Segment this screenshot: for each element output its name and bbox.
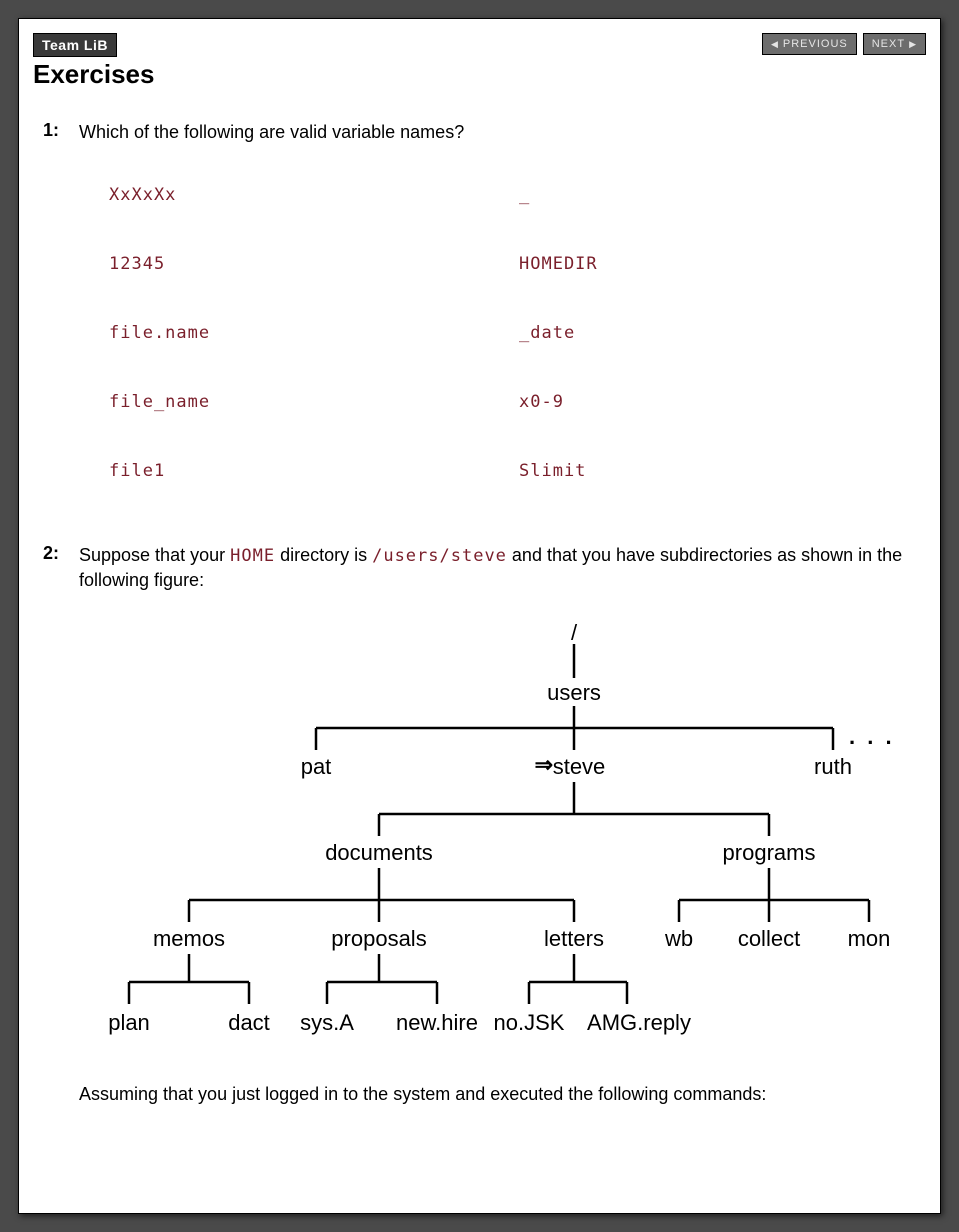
tree-memos: memos [153, 924, 225, 954]
exercise-2-text-a: Suppose that your [79, 545, 230, 565]
tree-users: users [547, 678, 601, 708]
tree-root: / [571, 618, 577, 648]
var-XxXxXx: XxXxXx [109, 184, 519, 207]
tree-plan: plan [108, 1008, 150, 1038]
tree-collect: collect [738, 924, 800, 954]
exercise-1-body: Which of the following are valid variabl… [79, 120, 929, 483]
directory-tree-figure: / users pat ⇒ steve ruth . . . documents… [79, 622, 909, 1052]
previous-button[interactable]: ◀ PREVIOUS [762, 33, 857, 55]
tree-mon: mon [848, 924, 891, 954]
exercise-2-home-code: HOME [230, 546, 275, 566]
exercise-2-body: Suppose that your HOME directory is /use… [79, 543, 926, 1107]
exercise-2: 2: Suppose that your HOME directory is /… [33, 543, 926, 1107]
tree-letters: letters [544, 924, 604, 954]
tree-documents: documents [325, 838, 433, 868]
next-label: NEXT [872, 38, 905, 50]
next-button[interactable]: NEXT ▶ [863, 33, 926, 55]
tree-pat: pat [301, 752, 332, 782]
page-title: Exercises [33, 59, 926, 90]
var-Slimit: Slimit [519, 460, 929, 483]
tree-lines [79, 622, 909, 1052]
exercise-1-number: 1: [33, 120, 59, 141]
arrow-right-icon: ⇒ [535, 750, 549, 780]
exercise-1-question: Which of the following are valid variabl… [79, 122, 464, 142]
tree-wb: wb [665, 924, 693, 954]
tree-amgreply: AMG.reply [587, 1008, 691, 1038]
team-lib-badge[interactable]: Team LiB [33, 33, 117, 57]
tree-proposals: proposals [331, 924, 426, 954]
triangle-left-icon: ◀ [771, 39, 779, 50]
tree-newhire: new.hire [396, 1008, 478, 1038]
var-file_name: file_name [109, 391, 519, 414]
var-HOMEDIR: HOMEDIR [519, 253, 929, 276]
exercise-2-number: 2: [33, 543, 59, 564]
tree-noJSK: no.JSK [494, 1008, 565, 1038]
var-_date: _date [519, 322, 929, 345]
document-page: Team LiB ◀ PREVIOUS NEXT ▶ Exercises 1: … [18, 18, 941, 1214]
tree-ruth: ruth [814, 752, 852, 782]
tree-sysA: sys.A [300, 1008, 354, 1038]
viewport-frame: Team LiB ◀ PREVIOUS NEXT ▶ Exercises 1: … [0, 0, 959, 1214]
previous-label: PREVIOUS [783, 38, 848, 50]
var-file1: file1 [109, 460, 519, 483]
var-underscore: _ [519, 184, 929, 207]
exercise-1: 1: Which of the following are valid vari… [33, 120, 926, 483]
variable-names-table: XxXxXx _ 12345 HOMEDIR file.name _date f… [109, 184, 929, 483]
var-x0-9: x0-9 [519, 391, 929, 414]
nav-right-group: ◀ PREVIOUS NEXT ▶ [762, 33, 926, 55]
tree-dact: dact [228, 1008, 270, 1038]
tree-dots: . . . [849, 722, 895, 752]
tree-steve: steve [553, 752, 606, 782]
var-12345: 12345 [109, 253, 519, 276]
exercise-2-path-code: /users/steve [372, 546, 507, 566]
tree-programs: programs [723, 838, 816, 868]
exercise-2-after-figure: Assuming that you just logged in to the … [79, 1082, 926, 1106]
triangle-right-icon: ▶ [909, 39, 917, 50]
exercise-2-text-b: directory is [275, 545, 372, 565]
top-bar: Team LiB ◀ PREVIOUS NEXT ▶ [33, 33, 926, 57]
var-file-dot-name: file.name [109, 322, 519, 345]
